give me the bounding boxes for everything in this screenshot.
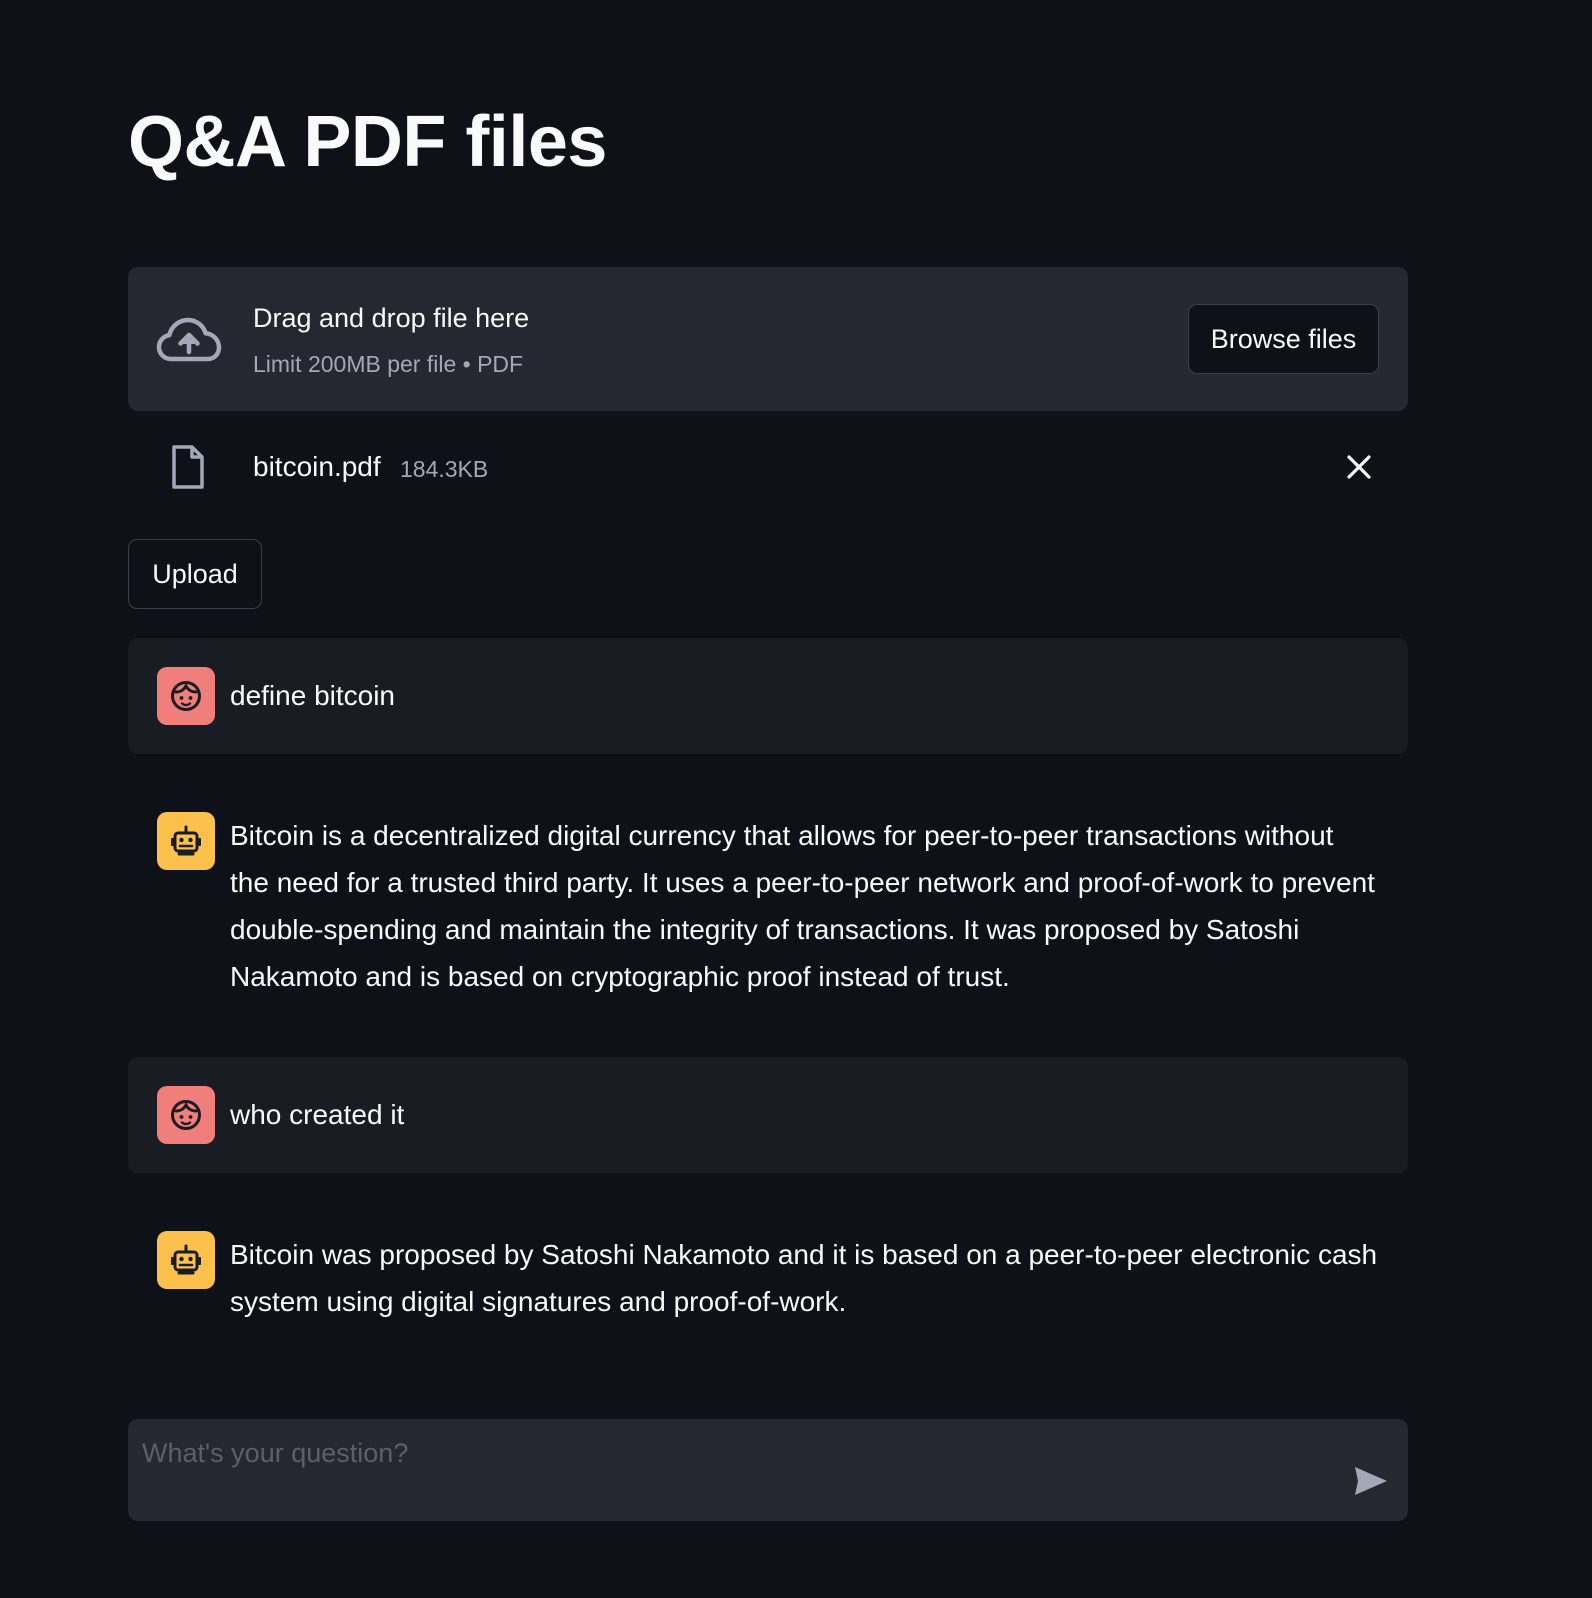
user-avatar (157, 1086, 215, 1144)
message-text: who created it (230, 1099, 405, 1130)
send-icon[interactable] (1353, 1465, 1389, 1497)
robot-icon (171, 1244, 201, 1275)
chat-message-assistant: Bitcoin was proposed by Satoshi Nakamoto… (128, 1207, 1408, 1337)
file-size: 184.3KB (400, 456, 489, 482)
file-name: bitcoin.pdf (253, 451, 381, 482)
chat-message-assistant: Bitcoin is a decentralized digital curre… (128, 788, 1408, 1018)
dropzone-instructions: Drag and drop file here (253, 303, 530, 333)
browse-files-button[interactable]: Browse files (1188, 304, 1379, 374)
question-input[interactable] (142, 1433, 1302, 1473)
file-icon (172, 445, 204, 489)
message-text: Bitcoin is a decentralized digital curre… (230, 820, 1375, 992)
message-text: define bitcoin (230, 680, 396, 711)
chat-message-user: who created it (128, 1057, 1408, 1173)
dropzone-limit-text: Limit 200MB per file • PDF (253, 351, 524, 377)
cloud-upload-icon (156, 317, 222, 362)
robot-icon (171, 825, 201, 856)
close-icon[interactable] (1344, 452, 1374, 482)
uploaded-file-row: bitcoin.pdf 184.3KB (128, 430, 1408, 502)
message-text: Bitcoin was proposed by Satoshi Nakamoto… (230, 1239, 1378, 1317)
page-title: Q&A PDF files (128, 102, 607, 182)
chat-message-user: define bitcoin (128, 638, 1408, 754)
assistant-avatar (157, 1231, 215, 1289)
user-face-icon (171, 681, 201, 711)
user-face-icon (171, 1100, 201, 1130)
chat-input-container (128, 1419, 1408, 1521)
assistant-avatar (157, 812, 215, 870)
upload-button[interactable]: Upload (128, 539, 262, 609)
user-avatar (157, 667, 215, 725)
file-dropzone[interactable]: Drag and drop file here Limit 200MB per … (128, 267, 1408, 411)
